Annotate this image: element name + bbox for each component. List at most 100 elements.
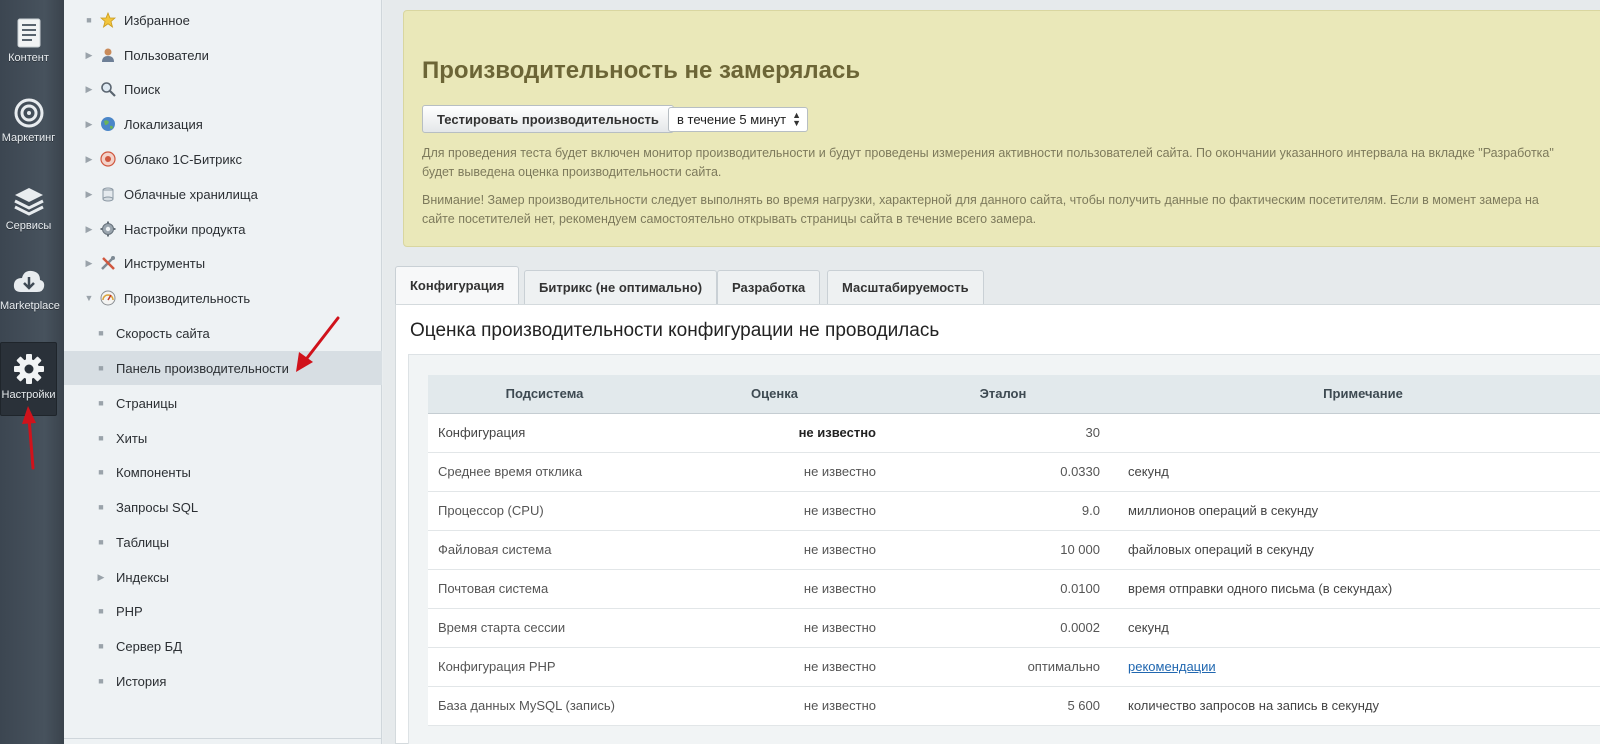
performance-table: Подсистема Оценка Эталон Примечание Конф… <box>428 375 1600 726</box>
submenu-item-performance-panel[interactable]: ■ Панель производительности <box>64 351 382 385</box>
globe-icon <box>99 115 117 133</box>
bullet: ■ <box>98 641 104 651</box>
submenu-item-components[interactable]: ■ Компоненты <box>64 455 382 489</box>
column-header-reference: Эталон <box>888 375 1118 414</box>
period-select[interactable]: в течение 5 минут ▲ ▼ <box>668 107 808 132</box>
gear-small-icon <box>99 220 117 238</box>
menu-item-users[interactable]: ▶ Пользователи <box>64 38 382 72</box>
table-row: Процессор (CPU) не известно 9.0 миллионо… <box>428 491 1600 531</box>
expand-arrow-icon[interactable]: ▶ <box>94 572 108 583</box>
menu-item-favorites[interactable]: ■ Избранное <box>64 3 382 37</box>
cell-score: не известно <box>661 413 888 453</box>
menu-item-label: Облачные хранилища <box>124 186 258 202</box>
cell-subsystem: Почтовая система <box>428 569 661 609</box>
column-header-note: Примечание <box>1118 375 1600 414</box>
menu-item-label: Инструменты <box>124 255 206 271</box>
menu-item-label: Запросы SQL <box>116 499 199 515</box>
submenu-item-db-server[interactable]: ■ Сервер БД <box>64 629 382 663</box>
menu-item-bitrix-cloud[interactable]: ▶ Облако 1С-Битрикс <box>64 142 382 176</box>
cell-score: не известно <box>661 647 888 687</box>
cell-reference: 5 600 <box>888 686 1118 726</box>
submenu-item-php[interactable]: ■ PHP <box>64 594 382 628</box>
menu-item-label: Поиск <box>124 81 161 97</box>
tools-icon <box>99 254 117 272</box>
speedometer-icon <box>99 289 117 307</box>
rail-label: Marketplace <box>0 300 60 312</box>
menu-item-performance[interactable]: ▼ Производительность <box>64 281 382 315</box>
results-container: Подсистема Оценка Эталон Примечание Конф… <box>408 354 1600 744</box>
cell-subsystem: Процессор (CPU) <box>428 491 661 531</box>
expand-arrow-icon[interactable]: ▶ <box>82 189 96 200</box>
cell-score: не известно <box>661 452 888 492</box>
expand-arrow-icon[interactable]: ▶ <box>82 224 96 235</box>
expand-arrow-icon[interactable]: ▶ <box>82 258 96 269</box>
table-row: Конфигурация PHP не известно оптимально … <box>428 647 1600 687</box>
cell-note: количество запросов на запись в секунду <box>1118 686 1600 726</box>
document-icon <box>17 18 40 48</box>
cell-note: время отправки одного письма (в секундах… <box>1118 569 1600 609</box>
alert-warning: Внимание! Замер производительности следу… <box>422 191 1600 229</box>
menu-divider <box>64 738 382 739</box>
menu-item-localization[interactable]: ▶ Локализация <box>64 107 382 141</box>
performance-alert: Производительность не замерялась Тестиро… <box>403 10 1600 247</box>
period-select-value: в течение 5 минут <box>677 112 787 127</box>
expand-arrow-icon[interactable]: ▶ <box>82 154 96 165</box>
rail-item-marketplace[interactable]: Marketplace <box>0 268 60 324</box>
alert-warning-line: Внимание! Замер производительности следу… <box>422 193 1539 207</box>
menu-item-label: Таблицы <box>116 534 170 550</box>
rail-item-content[interactable]: Контент <box>0 18 57 74</box>
panel-title: Оценка производительности конфигурации н… <box>410 320 940 341</box>
menu-item-label: Производительность <box>124 290 251 306</box>
cloud-storage-icon <box>99 185 117 203</box>
tab-development[interactable]: Разработка <box>717 270 821 304</box>
submenu-item-hits[interactable]: ■ Хиты <box>64 421 382 455</box>
expand-arrow-icon[interactable]: ▶ <box>82 119 96 130</box>
menu-item-cloud-storage[interactable]: ▶ Облачные хранилища <box>64 177 382 211</box>
column-header-score: Оценка <box>661 375 888 414</box>
cell-reference: 9.0 <box>888 491 1118 531</box>
rail-item-settings[interactable]: Настройки <box>0 342 57 416</box>
rail-item-marketing[interactable]: Маркетинг <box>0 98 57 154</box>
menu-item-label: Хиты <box>116 430 148 446</box>
select-arrows-icon: ▲ ▼ <box>792 110 801 128</box>
bullet: ■ <box>98 606 104 616</box>
menu-item-search[interactable]: ▶ Поиск <box>64 72 382 106</box>
test-performance-button[interactable]: Тестировать производительность <box>422 105 674 133</box>
submenu-item-pages[interactable]: ■ Страницы <box>64 386 382 420</box>
tab-panel: Оценка производительности конфигурации н… <box>395 304 1600 744</box>
submenu-item-sql-queries[interactable]: ■ Запросы SQL <box>64 490 382 524</box>
submenu-item-indexes[interactable]: ▶ Индексы <box>64 560 382 594</box>
user-icon <box>99 46 117 64</box>
cell-note: файловых операций в секунду <box>1118 530 1600 570</box>
table-row: Почтовая система не известно 0.0100 врем… <box>428 569 1600 609</box>
collapse-arrow-icon[interactable]: ▼ <box>82 293 96 303</box>
tab-scalability[interactable]: Масштабируемость <box>827 270 984 304</box>
menu-item-label: Страницы <box>116 395 178 411</box>
tab-configuration[interactable]: Конфигурация <box>395 266 520 304</box>
cell-note <box>1118 413 1600 453</box>
bullet: ■ <box>86 15 92 25</box>
table-row: Конфигурация не известно 30 <box>428 413 1600 453</box>
recommendations-link[interactable]: рекомендации <box>1128 659 1216 674</box>
menu-item-label: Пользователи <box>124 47 209 63</box>
main-content: Производительность не замерялась Тестиро… <box>383 0 1600 744</box>
submenu-item-history[interactable]: ■ История <box>64 664 382 698</box>
tab-bitrix[interactable]: Битрикс (не оптимально) <box>524 270 718 304</box>
alert-warning-line: сайте посетителей нет, рекомендуем самос… <box>422 212 1037 226</box>
rail-item-services[interactable]: Сервисы <box>0 186 57 242</box>
expand-arrow-icon[interactable]: ▶ <box>82 84 96 95</box>
menu-item-tools[interactable]: ▶ Инструменты <box>64 246 382 280</box>
menu-item-label: Скорость сайта <box>116 325 210 341</box>
expand-arrow-icon[interactable]: ▶ <box>82 50 96 61</box>
submenu-item-tables[interactable]: ■ Таблицы <box>64 525 382 559</box>
cell-reference: 10 000 <box>888 530 1118 570</box>
cell-score: не известно <box>661 569 888 609</box>
cell-reference: 0.0100 <box>888 569 1118 609</box>
menu-item-product-settings[interactable]: ▶ Настройки продукта <box>64 212 382 246</box>
cell-note: секунд <box>1118 608 1600 648</box>
rail-label: Сервисы <box>5 220 52 232</box>
submenu-item-site-speed[interactable]: ■ Скорость сайта <box>64 316 382 350</box>
bullet: ■ <box>98 433 104 443</box>
menu-item-label: Избранное <box>124 12 190 28</box>
bullet: ■ <box>98 502 104 512</box>
